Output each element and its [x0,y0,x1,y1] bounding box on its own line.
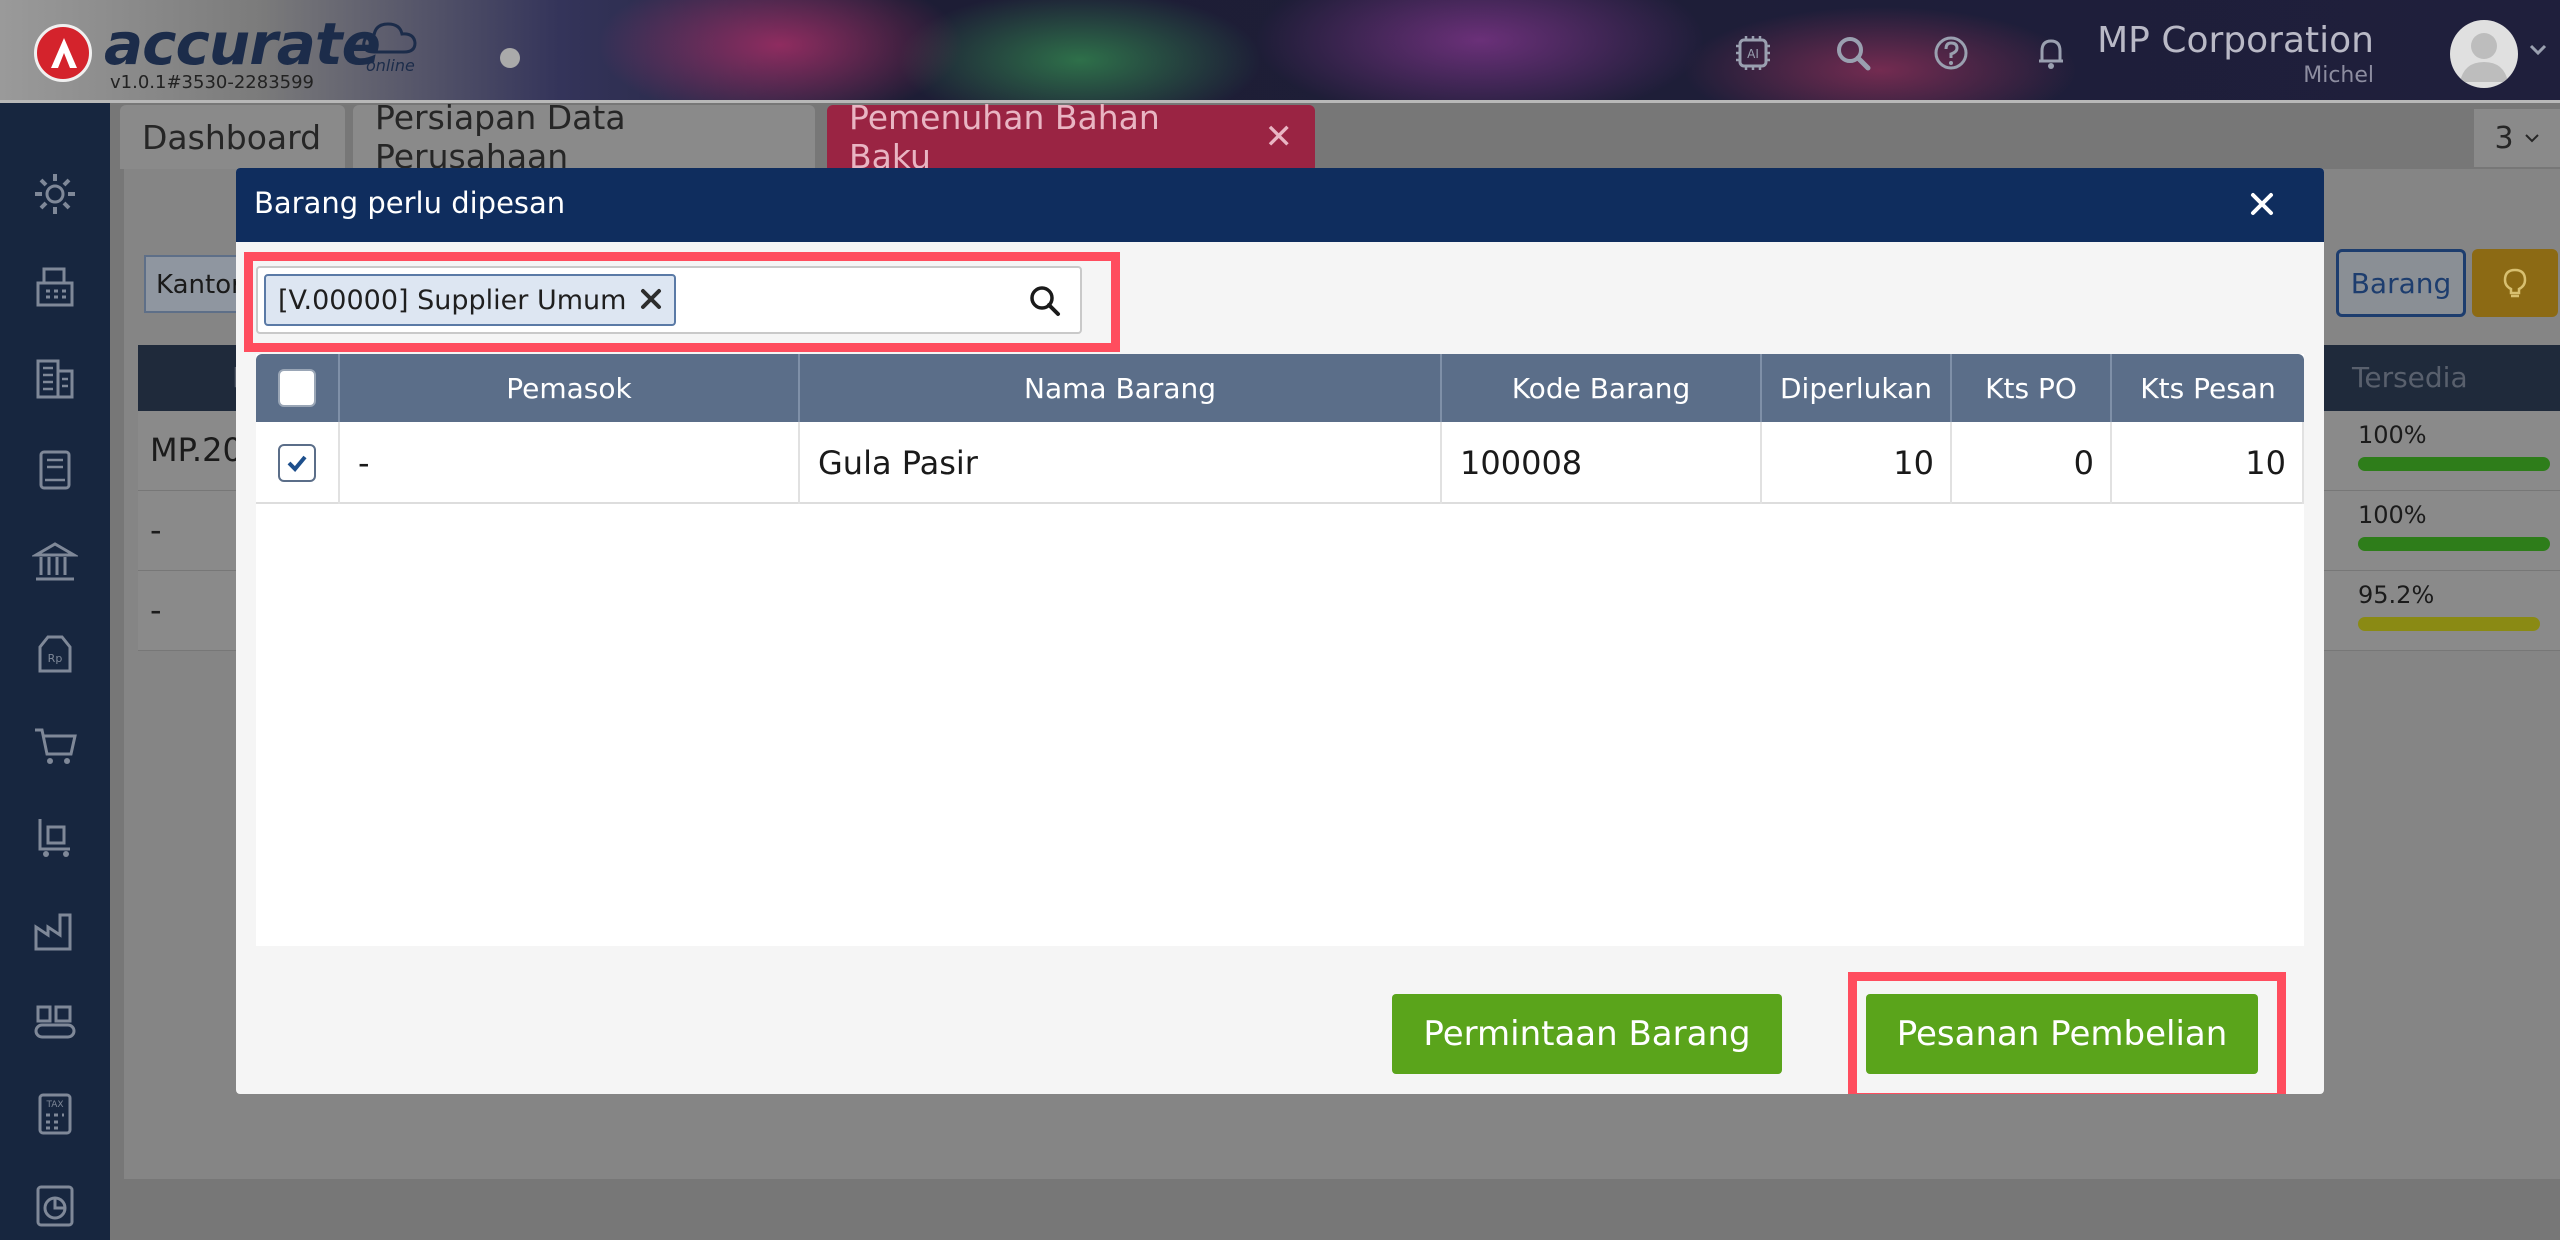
company-name: MP Corporation [2097,20,2374,61]
row-number: - [150,591,162,629]
availability-percent: 100% [2358,501,2427,529]
svg-text:Rp: Rp [48,652,63,665]
logo-online-label: online [366,56,415,75]
highlight-box [244,252,1120,352]
tab-label: Persiapan Data Perusahaan [375,98,626,176]
svg-text:TAX: TAX [45,1100,63,1110]
chevron-down-icon[interactable] [2528,40,2548,64]
tab-persiapan-data[interactable]: Persiapan Data Perusahaan [353,98,815,176]
building-report-icon[interactable] [28,351,82,405]
price-tag-icon[interactable]: Rp [28,627,82,681]
trolley-icon[interactable] [28,811,82,865]
tab-label: Dashboard [142,117,322,157]
cell-diperlukan[interactable]: 10 [1762,422,1952,504]
cell-kode-barang[interactable]: 100008 [1442,422,1762,504]
select-all-cell [256,354,340,422]
availability-bar [2358,457,2550,471]
row-checkbox[interactable] [278,444,316,482]
availability-percent: 95.2% [2358,581,2435,609]
dialog-title: Barang perlu dipesan [254,186,566,220]
barang-button[interactable]: Barang [2336,249,2466,317]
cart-icon[interactable] [28,719,82,773]
conveyor-icon[interactable] [28,995,82,1049]
order-dialog: Barang perlu dipesan [V.00000] Supplier … [236,168,2324,1094]
permintaan-barang-button[interactable]: Permintaan Barang [1392,994,1782,1074]
bell-icon[interactable] [2028,30,2074,76]
company-info[interactable]: MP Corporation Michel [2097,20,2374,88]
cell-kts-pesan[interactable]: 10 [2112,422,2304,504]
svg-text:AI: AI [1747,47,1759,61]
row-select-cell [256,422,340,504]
check-icon [287,455,307,472]
tax-calculator-icon[interactable]: TAX [28,1087,82,1141]
accurate-logo-icon [34,24,92,82]
column-header[interactable]: Pemasok [340,354,800,422]
version-label: v1.0.1#3530-2283599 [110,72,315,93]
availability-percent: 100% [2358,421,2427,449]
items-table: Pemasok Nama Barang Kode Barang Diperluk… [256,354,2304,946]
tab-count-label: 3 [2494,120,2514,156]
pie-chart-icon[interactable] [28,1179,82,1233]
column-header[interactable]: Kode Barang [1442,354,1762,422]
ai-icon[interactable]: AI [1730,30,1776,76]
status-dot [500,48,520,68]
factory-icon[interactable] [28,903,82,957]
tab-dashboard[interactable]: Dashboard [120,105,345,169]
select-all-checkbox[interactable] [278,369,316,407]
column-header[interactable]: Kts Pesan [2112,354,2304,422]
table-row[interactable]: - Gula Pasir 100008 10 0 10 [256,422,2304,504]
fax-icon[interactable] [28,259,82,313]
header-tersedia: Tersedia [2352,361,2468,394]
help-icon[interactable] [1928,30,1974,76]
cell-nama-barang[interactable]: Gula Pasir [800,422,1442,504]
gear-icon[interactable] [28,167,82,221]
column-header[interactable]: Diperlukan [1762,354,1952,422]
sidebar: Rp TAX [0,103,110,1240]
tab-label: Pemenuhan Bahan Baku [849,98,1160,176]
column-header[interactable]: Nama Barang [800,354,1442,422]
availability-bar [2358,617,2540,631]
tab-pemenuhan-bahan-baku[interactable]: Pemenuhan Bahan Baku ✕ [827,98,1315,176]
cell-pemasok[interactable]: - [340,422,800,504]
table-header: Pemasok Nama Barang Kode Barang Diperluk… [256,354,2304,422]
tab-count-dropdown[interactable]: 3 [2474,109,2560,167]
bank-icon[interactable] [28,535,82,589]
close-icon[interactable]: ✕ [1265,117,1294,157]
highlight-box [1848,972,2286,1094]
user-name: Michel [2303,63,2374,88]
close-icon[interactable] [2234,176,2290,232]
cell-kts-po[interactable]: 0 [1952,422,2112,504]
row-number: - [150,511,162,549]
column-header[interactable]: Kts PO [1952,354,2112,422]
search-icon[interactable] [1830,30,1876,76]
lightbulb-icon[interactable] [2472,249,2558,317]
app-header: accurate online v1.0.1#3530-2283599 AI M… [0,0,2560,103]
availability-bar [2358,537,2550,551]
dialog-header: Barang perlu dipesan [236,168,2324,242]
book-icon[interactable] [28,443,82,497]
avatar[interactable] [2450,20,2518,88]
logo-word: accurate [104,10,381,78]
chevron-down-icon [2524,134,2539,143]
